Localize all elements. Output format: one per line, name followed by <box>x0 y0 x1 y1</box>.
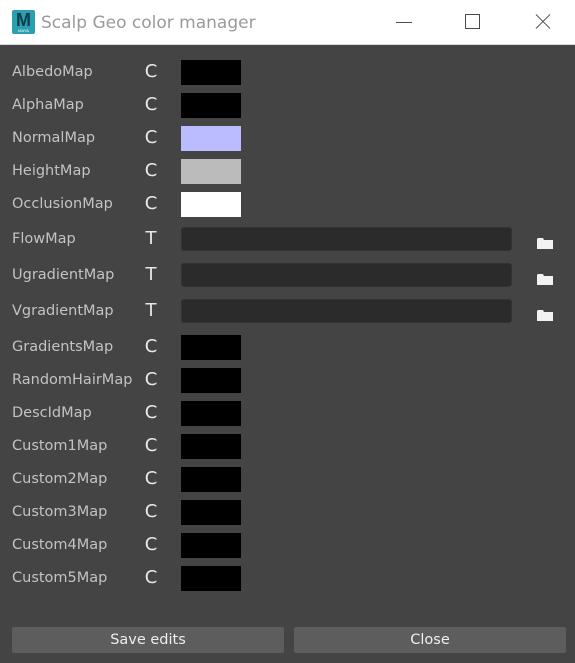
maya-app-icon: M MAYA <box>12 10 35 34</box>
texture-path-field[interactable] <box>181 299 512 323</box>
map-row-custom1map: Custom1Map C <box>0 431 575 461</box>
map-name-label: RandomHairMap <box>12 372 133 388</box>
color-swatch[interactable] <box>181 533 241 558</box>
map-name-label: AlbedoMap <box>12 64 93 80</box>
color-swatch[interactable] <box>181 93 241 118</box>
map-type-indicator: C <box>144 402 158 423</box>
map-type-indicator: T <box>145 264 157 285</box>
folder-icon[interactable] <box>537 270 553 285</box>
texture-path-field[interactable] <box>181 263 512 287</box>
app-icon-caption: MAYA <box>18 28 29 33</box>
map-type-indicator: C <box>144 193 158 214</box>
map-row-heightmap: HeightMap C <box>0 156 575 186</box>
map-name-label: UgradientMap <box>12 267 115 283</box>
color-swatch[interactable] <box>181 60 241 85</box>
map-type-indicator: C <box>144 435 158 456</box>
map-type-indicator: C <box>144 160 158 181</box>
map-name-label: VgradientMap <box>12 303 114 319</box>
folder-icon[interactable] <box>537 306 553 321</box>
save-edits-button[interactable]: Save edits <box>12 627 284 653</box>
close-window-button[interactable] <box>519 0 565 44</box>
color-swatch[interactable] <box>181 126 241 151</box>
folder-icon[interactable] <box>537 234 553 249</box>
map-row-custom2map: Custom2Map C <box>0 464 575 494</box>
map-name-label: GradientsMap <box>12 339 114 355</box>
map-name-label: Custom2Map <box>12 471 108 487</box>
map-row-ugradientmap: UgradientMap T <box>0 260 575 290</box>
color-swatch[interactable] <box>181 192 241 217</box>
map-name-label: AlphaMap <box>12 97 84 113</box>
map-type-indicator: C <box>144 336 158 357</box>
map-name-label: NormalMap <box>12 130 96 146</box>
color-swatch[interactable] <box>181 335 241 360</box>
map-type-indicator: C <box>144 567 158 588</box>
map-type-indicator: T <box>145 228 157 249</box>
map-type-indicator: C <box>144 369 158 390</box>
map-type-indicator: C <box>144 127 158 148</box>
map-row-occlusionmap: OcclusionMap C <box>0 189 575 219</box>
map-row-alphamap: AlphaMap C <box>0 90 575 120</box>
map-name-label: Custom1Map <box>12 438 108 454</box>
map-type-indicator: T <box>145 300 157 321</box>
map-name-label: HeightMap <box>12 163 91 179</box>
map-type-indicator: C <box>144 94 158 115</box>
texture-path-field[interactable] <box>181 227 512 251</box>
color-swatch[interactable] <box>181 401 241 426</box>
app-icon-letter: M <box>16 10 31 30</box>
map-row-albedomap: AlbedoMap C <box>0 57 575 87</box>
minimize-button[interactable] <box>380 0 426 44</box>
map-name-label: Custom3Map <box>12 504 108 520</box>
map-name-label: DescIdMap <box>12 405 92 421</box>
maximize-icon <box>465 14 480 29</box>
color-swatch[interactable] <box>181 159 241 184</box>
map-type-indicator: C <box>144 468 158 489</box>
minimize-icon <box>396 22 412 23</box>
map-row-flowmap: FlowMap T <box>0 224 575 254</box>
map-name-label: OcclusionMap <box>12 196 113 212</box>
map-row-gradientsmap: GradientsMap C <box>0 332 575 362</box>
color-swatch[interactable] <box>181 566 241 591</box>
map-name-label: FlowMap <box>12 231 76 247</box>
map-row-custom3map: Custom3Map C <box>0 497 575 527</box>
map-type-indicator: C <box>144 61 158 82</box>
color-swatch[interactable] <box>181 500 241 525</box>
map-type-indicator: C <box>144 534 158 555</box>
map-type-indicator: C <box>144 501 158 522</box>
map-row-descidmap: DescIdMap C <box>0 398 575 428</box>
map-row-custom4map: Custom4Map C <box>0 530 575 560</box>
map-name-label: Custom5Map <box>12 570 108 586</box>
map-row-custom5map: Custom5Map C <box>0 563 575 593</box>
maximize-button[interactable] <box>449 0 495 44</box>
window-title: Scalp Geo color manager <box>41 13 256 33</box>
map-row-randomhairmap: RandomHairMap C <box>0 365 575 395</box>
title-bar: M MAYA Scalp Geo color manager <box>0 0 575 45</box>
map-row-normalmap: NormalMap C <box>0 123 575 153</box>
map-row-vgradientmap: VgradientMap T <box>0 296 575 326</box>
color-swatch[interactable] <box>181 368 241 393</box>
color-swatch[interactable] <box>181 434 241 459</box>
map-name-label: Custom4Map <box>12 537 108 553</box>
close-button[interactable]: Close <box>294 627 566 653</box>
color-swatch[interactable] <box>181 467 241 492</box>
